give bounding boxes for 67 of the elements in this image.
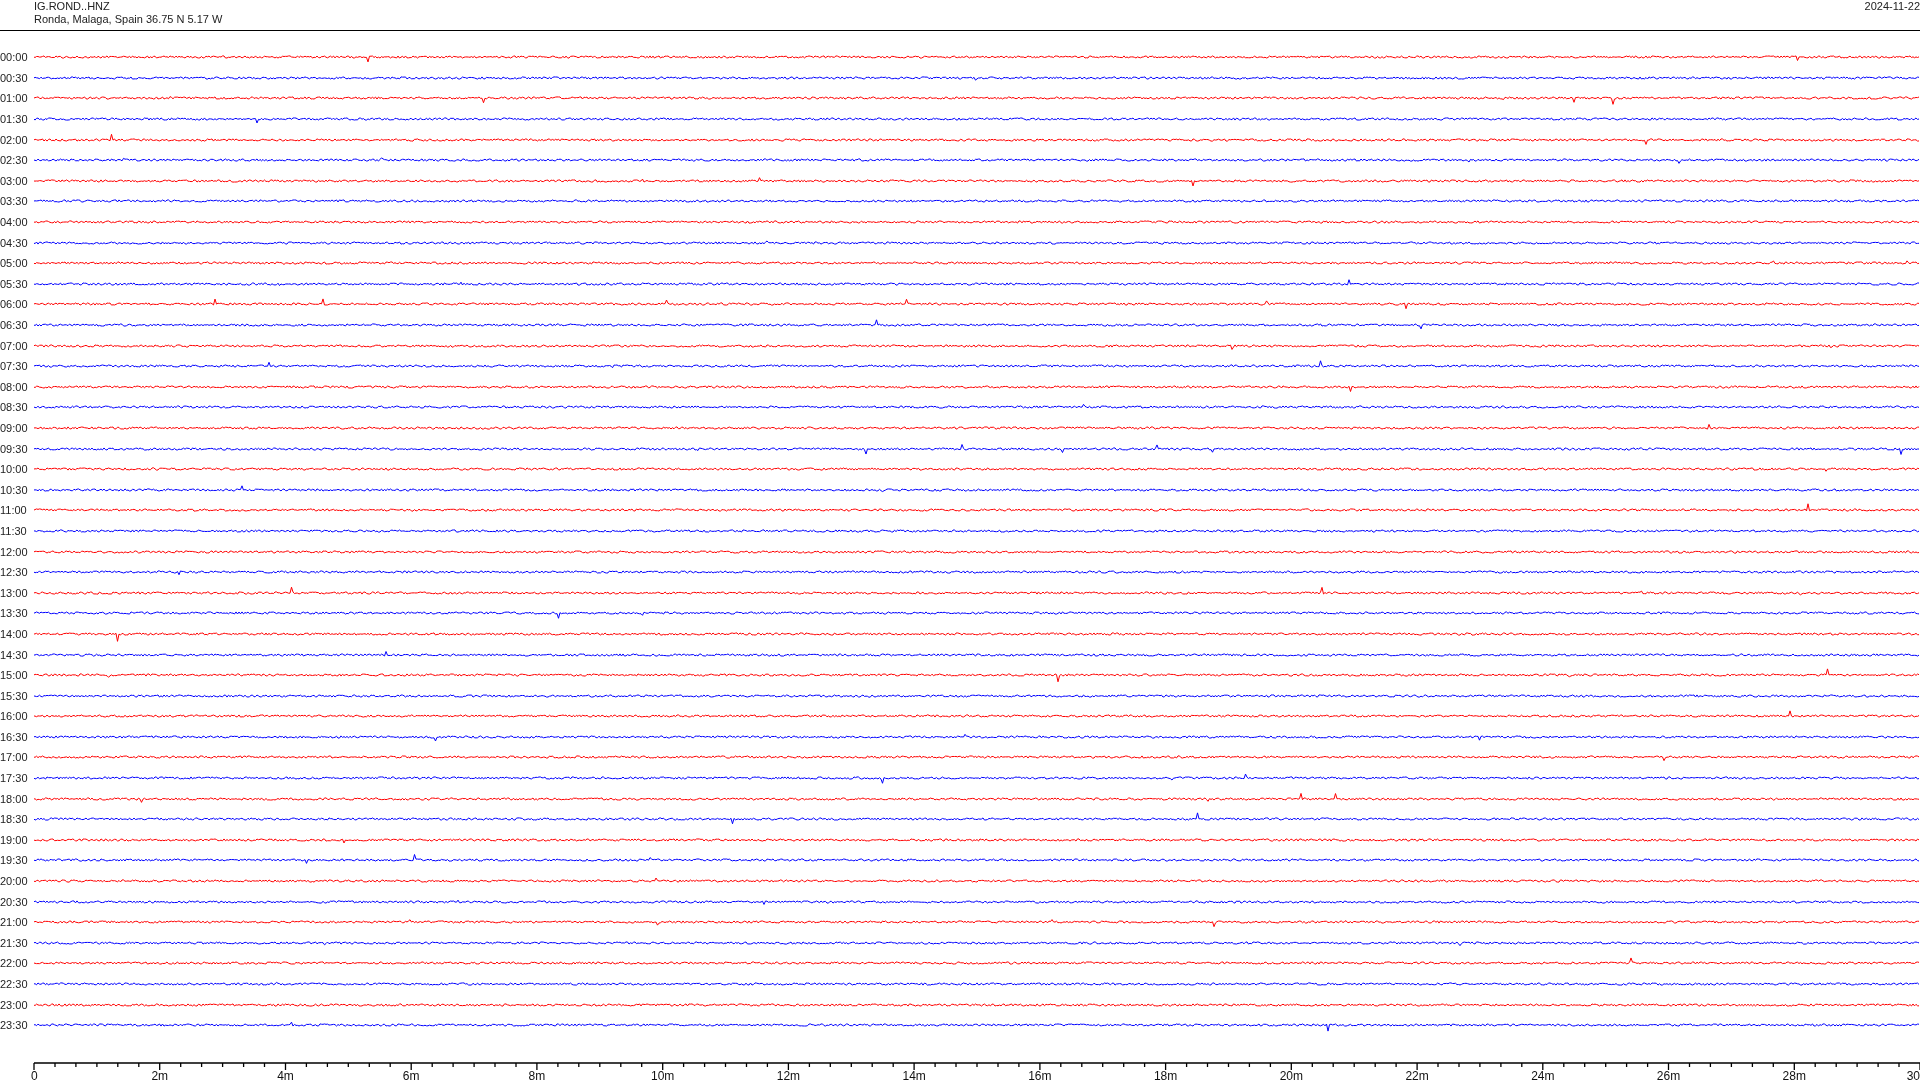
trace-time-label: 00:00 <box>0 51 29 64</box>
trace-time-label: 14:30 <box>0 648 29 661</box>
trace-time-label: 12:30 <box>0 566 29 579</box>
trace-time-label: 22:30 <box>0 978 29 990</box>
axis-tick-label: 12m <box>776 1068 801 1080</box>
axis-tick-label: 26m <box>1656 1068 1681 1080</box>
axis-tick-label: 20m <box>1279 1068 1303 1080</box>
trace-time-label: 07:30 <box>0 360 29 373</box>
trace-time-label: 11:30 <box>0 524 28 537</box>
trace-time-label: 19:00 <box>0 833 29 846</box>
trace-time-label: 03:00 <box>0 174 29 187</box>
axis-tick-label: 0 <box>31 1068 38 1080</box>
trace-time-label: 04:30 <box>0 236 29 249</box>
trace-time-label: 01:30 <box>0 113 29 126</box>
trace-time-label: 16:00 <box>0 710 29 723</box>
trace-time-label: 17:00 <box>0 751 29 764</box>
trace-time-label: 17:30 <box>0 772 29 785</box>
trace-time-label: 15:30 <box>0 689 29 702</box>
trace-time-label: 06:30 <box>0 319 29 331</box>
trace-time-label: 08:00 <box>0 380 29 393</box>
axis-tick-label: 8m <box>528 1068 546 1080</box>
trace-time-label: 12:00 <box>0 545 29 558</box>
trace-time-label: 18:30 <box>0 813 29 826</box>
trace-time-label: 20:30 <box>0 895 29 908</box>
trace-time-label: 09:30 <box>0 442 29 455</box>
trace-time-label: 19:30 <box>0 854 29 867</box>
axis-tick-label: 4m <box>277 1068 294 1080</box>
trace-time-label: 10:30 <box>0 483 29 496</box>
trace-time-label: 13:30 <box>0 607 29 620</box>
axis-tick-label: 30 <box>1906 1068 1920 1080</box>
axis-tick-label: 2m <box>151 1068 169 1080</box>
trace-time-label: 06:00 <box>0 298 29 311</box>
trace-time-label: 11:00 <box>0 504 28 517</box>
trace-time-label: 00:30 <box>0 71 29 84</box>
trace-time-label: 21:00 <box>0 916 29 929</box>
axis-tick-label: 14m <box>902 1068 926 1080</box>
trace-time-label: 09:00 <box>0 422 29 434</box>
trace-time-label: 05:00 <box>0 257 29 270</box>
axis-tick-label: 22m <box>1405 1068 1429 1080</box>
plot-date: 2024-11-22 <box>1864 0 1920 13</box>
trace-time-label: 14:00 <box>0 627 29 640</box>
trace-time-label: 03:30 <box>0 195 29 208</box>
trace-time-label: 02:00 <box>0 133 29 146</box>
trace-time-label: 10:00 <box>0 463 29 476</box>
trace-time-label: 23:30 <box>0 1019 29 1032</box>
trace-time-label: 07:00 <box>0 339 29 352</box>
trace-time-label: 02:30 <box>0 154 29 167</box>
trace-time-label: 15:00 <box>0 669 29 682</box>
trace-time-label: 08:30 <box>0 401 29 414</box>
trace-time-label: 13:00 <box>0 586 29 599</box>
axis-tick-label: 16m <box>1028 1068 1052 1080</box>
trace-time-label: 04:00 <box>0 216 29 229</box>
trace-time-label: 18:00 <box>0 792 29 805</box>
axis-tick-label: 28m <box>1782 1068 1806 1080</box>
trace-time-label: 21:30 <box>0 936 29 949</box>
trace-time-label: 20:00 <box>0 875 29 888</box>
axis-tick-label: 10m <box>651 1068 675 1080</box>
trace-time-label: 01:00 <box>0 92 29 105</box>
trace-time-label: 23:00 <box>0 998 29 1011</box>
station-location: Ronda, Malaga, Spain 36.75 N 5.17 W <box>34 13 223 26</box>
axis-tick-label: 18m <box>1153 1068 1178 1080</box>
trace-time-label: 22:00 <box>0 957 29 970</box>
trace-time-label: 16:30 <box>0 730 29 743</box>
axis-tick-label: 24m <box>1531 1068 1555 1080</box>
station-code: IG.ROND..HNZ <box>34 0 110 13</box>
trace-time-label: 05:30 <box>0 277 29 290</box>
axis-tick-label: 6m <box>402 1068 420 1080</box>
